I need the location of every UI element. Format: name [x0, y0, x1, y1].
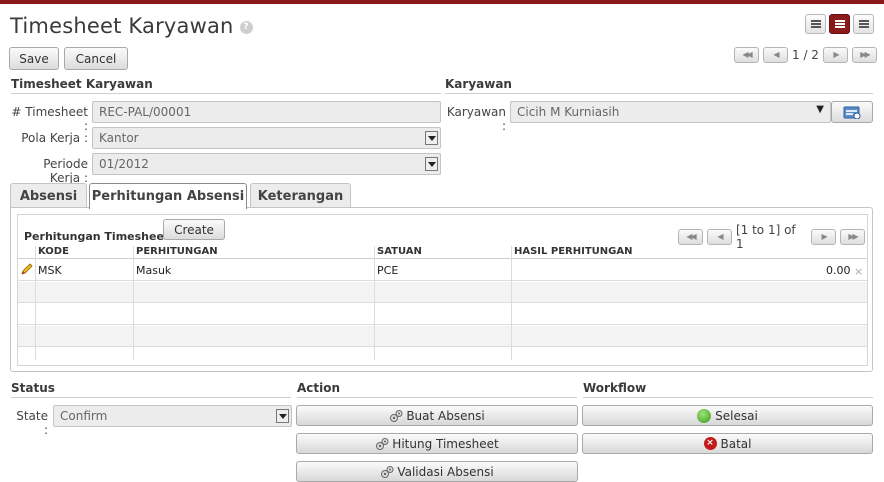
form-view-switch[interactable] — [829, 14, 850, 34]
pola-kerja-label: Pola Kerja : — [21, 131, 88, 145]
cell-perhitungan: Masuk — [136, 264, 172, 277]
column-header-kode[interactable]: KODE — [38, 246, 69, 257]
gears-icon — [390, 409, 403, 422]
record-pager: ◀◀ ◀ 1 / 2 ▶ ▶▶ — [732, 47, 879, 63]
tab-perhitungan-absensi[interactable]: Perhitungan Absensi — [89, 183, 247, 209]
grid-prev-icon: ◀ — [717, 232, 723, 241]
timesheet-label: # Timesheet : — [11, 105, 88, 133]
karyawan-open-button[interactable] — [831, 101, 873, 123]
karyawan-value: Cicih M Kurniasih — [517, 105, 620, 119]
selesai-label: Selesai — [715, 408, 758, 423]
help-icon[interactable]: ? — [239, 20, 253, 34]
batal-label: Batal — [720, 436, 752, 451]
green-check-icon — [697, 408, 712, 423]
validasi-absensi-label: Validasi Absensi — [397, 464, 494, 479]
grid-prev-button[interactable]: ◀ — [706, 229, 732, 245]
periode-kerja-dropdown-icon[interactable] — [425, 157, 438, 171]
grid-divider — [35, 246, 36, 360]
gears-icon — [376, 437, 389, 450]
column-header-satuan[interactable]: SATUAN — [377, 246, 422, 257]
hitung-timesheet-button[interactable]: Hitung Timesheet — [296, 433, 578, 454]
grid-header: KODE PERHITUNGAN SATUAN HASIL PERHITUNGA… — [18, 246, 867, 259]
grid-divider — [511, 246, 512, 360]
cell-satuan: PCE — [377, 264, 399, 277]
open-record-icon — [843, 106, 861, 119]
periode-kerja-select[interactable]: 01/2012 — [92, 153, 441, 175]
buat-absensi-button[interactable]: Buat Absensi — [296, 405, 578, 426]
pola-kerja-dropdown-icon[interactable] — [425, 131, 438, 145]
timesheet-field[interactable]: REC-PAL/00001 — [92, 101, 441, 123]
page-title: Timesheet Karyawan? — [10, 14, 253, 38]
page-view-switch[interactable] — [853, 14, 874, 34]
section-status: Status — [11, 381, 291, 398]
validasi-absensi-button[interactable]: Validasi Absensi — [296, 461, 578, 482]
section-timesheet: Timesheet Karyawan — [11, 77, 441, 94]
timesheet-value: REC-PAL/00001 — [99, 105, 192, 119]
state-select[interactable]: Confirm — [53, 405, 292, 427]
page-view-icon — [859, 20, 869, 28]
selesai-button[interactable]: Selesai — [582, 405, 873, 426]
tab-panel: Perhitungan Timesheet Create ◀◀ ◀ [1 to … — [10, 207, 873, 372]
empty-row — [18, 304, 867, 325]
grid-last-button[interactable]: ▶▶ — [840, 229, 866, 245]
section-workflow: Workflow — [583, 381, 873, 398]
row-delete-icon[interactable]: × — [854, 265, 863, 278]
tab-keterangan[interactable]: Keterangan — [250, 183, 351, 208]
edit-pencil-icon[interactable] — [21, 263, 33, 275]
karyawan-dropdown-icon[interactable]: ▼ — [816, 104, 824, 115]
grid-divider — [133, 246, 134, 360]
save-button[interactable]: Save — [9, 47, 59, 70]
cell-kode: MSK — [38, 264, 62, 277]
tab-absensi[interactable]: Absensi — [10, 183, 87, 208]
empty-row — [18, 282, 867, 303]
section-karyawan: Karyawan — [445, 77, 873, 94]
list-view-icon — [811, 20, 821, 28]
last-icon: ▶▶ — [860, 50, 870, 59]
pola-kerja-value: Kantor — [99, 131, 139, 145]
record-pager-text: 1 / 2 — [792, 48, 819, 62]
grid-next-icon: ▶ — [821, 232, 827, 241]
first-record-button[interactable]: ◀◀ — [734, 47, 759, 63]
page-title-text: Timesheet Karyawan — [10, 14, 234, 38]
column-header-hasil[interactable]: HASIL PERHITUNGAN — [514, 246, 632, 257]
grid-next-button[interactable]: ▶ — [811, 229, 837, 245]
red-cancel-icon: × — [703, 437, 717, 450]
last-record-button[interactable]: ▶▶ — [851, 47, 877, 63]
first-icon: ◀◀ — [742, 50, 752, 59]
prev-record-button[interactable]: ◀ — [763, 47, 788, 63]
grid-last-icon: ▶▶ — [848, 232, 858, 241]
next-record-button[interactable]: ▶ — [822, 47, 848, 63]
next-icon: ▶ — [833, 50, 839, 59]
timesheet-grid: Perhitungan Timesheet Create ◀◀ ◀ [1 to … — [17, 214, 868, 366]
state-dropdown-icon[interactable] — [276, 409, 289, 423]
grid-first-button[interactable]: ◀◀ — [678, 229, 703, 245]
list-view-switch[interactable] — [805, 14, 826, 34]
periode-kerja-value: 01/2012 — [99, 157, 149, 171]
grid-first-icon: ◀◀ — [686, 232, 696, 241]
section-action: Action — [297, 381, 577, 398]
karyawan-select[interactable]: Cicih M Kurniasih ▼ — [510, 101, 831, 123]
table-row[interactable]: MSK Masuk PCE 0.00 × — [18, 260, 867, 281]
cancel-button[interactable]: Cancel — [64, 47, 128, 70]
empty-row — [18, 326, 867, 347]
cell-hasil: 0.00 — [826, 264, 851, 277]
form-view-icon — [835, 20, 845, 28]
grid-title: Perhitungan Timesheet — [24, 230, 170, 243]
karyawan-label: Karyawan : — [446, 105, 506, 133]
pola-kerja-select[interactable]: Kantor — [92, 127, 441, 149]
buat-absensi-label: Buat Absensi — [406, 408, 485, 423]
create-button[interactable]: Create — [163, 219, 225, 240]
batal-button[interactable]: × Batal — [582, 433, 873, 454]
grid-divider — [374, 246, 375, 360]
prev-icon: ◀ — [773, 50, 779, 59]
periode-kerja-label: Periode Kerja : — [43, 157, 88, 185]
state-label: State : — [16, 409, 48, 437]
empty-row — [18, 348, 867, 360]
hitung-timesheet-label: Hitung Timesheet — [392, 436, 499, 451]
column-header-perhitungan[interactable]: PERHITUNGAN — [136, 246, 218, 257]
top-accent-bar — [0, 0, 884, 4]
state-value: Confirm — [60, 409, 108, 423]
gears-icon — [381, 465, 394, 478]
